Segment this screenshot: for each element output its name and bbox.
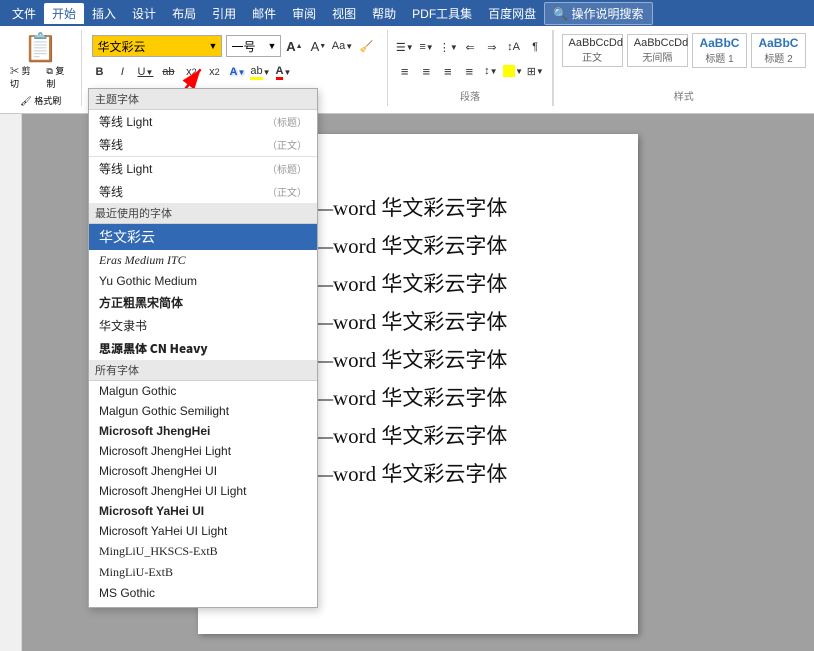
bullets-button[interactable]: ☰▼: [394, 36, 415, 58]
menu-bar: 文件 开始 插入 设计 布局 引用 邮件 审阅 视图 帮助 PDF工具集 百度网…: [0, 0, 814, 26]
text-effect-button[interactable]: A▼: [226, 61, 248, 83]
font-item-mingliu-extb[interactable]: MingLiU-ExtB: [89, 562, 317, 583]
font-item-eras-medium[interactable]: Eras Medium ITC: [89, 250, 317, 271]
change-case-button[interactable]: Aa▼: [331, 35, 353, 57]
cut-icon: ✂: [10, 66, 19, 76]
clipboard-group: 📋 ✂ 剪切 ⧉ 复制 🖌 格式刷 剪贴板: [0, 30, 82, 106]
font-item-dengxian-2[interactable]: 等线 （正文）: [89, 180, 317, 203]
align-left-button[interactable]: ≡: [394, 60, 415, 82]
strikethrough-button[interactable]: ab: [157, 61, 179, 83]
font-size-box[interactable]: 一号 ▼: [226, 35, 281, 57]
sort-button[interactable]: ↕A: [503, 36, 524, 58]
menu-baidu[interactable]: 百度网盘: [480, 3, 544, 24]
menu-insert[interactable]: 插入: [84, 3, 124, 24]
text-highlight-button[interactable]: ab▼: [249, 61, 271, 83]
show-marks-button[interactable]: ¶: [525, 36, 546, 58]
font-color-icon: A: [276, 65, 284, 80]
font-item-malgun-gothic-semi[interactable]: Malgun Gothic Semilight: [89, 401, 317, 421]
font-item-ms-gothic[interactable]: MS Gothic: [89, 583, 317, 603]
line-spacing-button[interactable]: ↕▼: [481, 60, 502, 82]
menu-search[interactable]: 🔍 操作说明搜索: [544, 2, 652, 25]
styles-group: AaBbCcDd 正文 AaBbCcDd 无间隔 AaBbC 标题 1 AaBb…: [553, 30, 814, 106]
styles-label: 样式: [562, 86, 806, 103]
align-right-button[interactable]: ≡: [438, 60, 459, 82]
superscript-button[interactable]: x2: [203, 61, 225, 83]
shading-button[interactable]: ▼: [502, 60, 524, 82]
copy-button[interactable]: ⧉ 复制: [42, 62, 75, 92]
eraser-icon: 🧹: [360, 40, 374, 53]
font-item-malgun-gothic[interactable]: Malgun Gothic: [89, 381, 317, 401]
bold-button[interactable]: B: [88, 61, 110, 83]
menu-layout[interactable]: 布局: [164, 3, 204, 24]
align-center-button[interactable]: ≡: [416, 60, 437, 82]
menu-help[interactable]: 帮助: [364, 3, 404, 24]
font-size-arrow[interactable]: ▼: [268, 41, 277, 51]
menu-design[interactable]: 设计: [124, 3, 164, 24]
font-shrink-button[interactable]: A▼: [307, 35, 329, 57]
font-item-ms-jhenghei-light[interactable]: Microsoft JhengHei Light: [89, 441, 317, 461]
multilevel-list-button[interactable]: ⋮▼: [438, 36, 459, 58]
underline-button[interactable]: U▼: [134, 61, 156, 83]
style-heading2[interactable]: AaBbC 标题 2: [751, 33, 806, 68]
cut-button[interactable]: ✂ 剪切: [6, 62, 41, 92]
font-item-siyuan-heavy[interactable]: 思源黑体 CN Heavy: [89, 337, 317, 360]
font-item-fangzheng[interactable]: 方正粗黑宋简体: [89, 291, 317, 314]
font-item-ms-yaHei-ui[interactable]: Microsoft YaHei UI: [89, 501, 317, 521]
font-item-ms-yaHei-ui-light[interactable]: Microsoft YaHei UI Light: [89, 521, 317, 541]
menu-review[interactable]: 审阅: [284, 3, 324, 24]
font-item-ms-pgothic[interactable]: MS PGothic: [89, 603, 317, 608]
font-item-huawen-lishu[interactable]: 华文隶书: [89, 314, 317, 337]
font-item-dengxian-light-2[interactable]: 等线 Light （标题）: [89, 156, 317, 180]
menu-home[interactable]: 开始: [44, 3, 84, 24]
font-name-box[interactable]: 华文彩云 ▼: [92, 35, 222, 57]
decrease-indent-button[interactable]: ⇐: [460, 36, 481, 58]
all-fonts-title: 所有字体: [89, 360, 317, 381]
style-no-spacing[interactable]: AaBbCcDd 无间隔: [627, 34, 688, 67]
menu-file[interactable]: 文件: [4, 3, 44, 24]
font-item-ms-jhenghei-ui-light[interactable]: Microsoft JhengHei UI Light: [89, 481, 317, 501]
menu-reference[interactable]: 引用: [204, 3, 244, 24]
search-icon: 🔍: [553, 7, 568, 21]
paragraph-label: 段落: [394, 86, 545, 103]
subscript-button[interactable]: x2: [180, 61, 202, 83]
menu-view[interactable]: 视图: [324, 3, 364, 24]
italic-button[interactable]: I: [111, 61, 133, 83]
theme-fonts-title: 主题字体: [89, 89, 317, 110]
font-item-dengxian-1[interactable]: 等线 （正文）: [89, 133, 317, 156]
left-ruler: [0, 114, 22, 651]
paragraph-group: ☰▼ ≡▼ ⋮▼ ⇐ ⇒ ↕A ¶ ≡ ≡ ≡ ≡ ↕▼ ▼ ⊞▼ 段落: [388, 30, 552, 106]
font-item-huawen-caiYun[interactable]: 华文彩云: [89, 224, 317, 250]
font-dropdown-arrow[interactable]: ▼: [209, 41, 218, 51]
font-toolbar-row1: 华文彩云 ▼ 一号 ▼ A▲ A▼ Aa▼ 🧹: [88, 33, 381, 59]
font-item-dengxian-light-1[interactable]: 等线 Light （标题）: [89, 110, 317, 133]
font-grow-button[interactable]: A▲: [283, 35, 305, 57]
menu-mail[interactable]: 邮件: [244, 3, 284, 24]
recent-fonts-title: 最近使用的字体: [89, 203, 317, 224]
justify-button[interactable]: ≡: [459, 60, 480, 82]
format-painter-button[interactable]: 🖌 格式刷: [16, 92, 65, 109]
font-toolbar-row2: B I U▼ ab x2 x2 A▼ ab▼ A▼: [88, 61, 381, 83]
font-item-ms-jhenghei[interactable]: Microsoft JhengHei: [89, 421, 317, 441]
paste-button[interactable]: 📋: [23, 34, 58, 62]
font-item-yu-gothic[interactable]: Yu Gothic Medium: [89, 271, 317, 291]
copy-icon: ⧉: [46, 66, 52, 76]
numbering-button[interactable]: ≡▼: [416, 36, 437, 58]
font-item-ms-jhenghei-ui[interactable]: Microsoft JhengHei UI: [89, 461, 317, 481]
style-heading1[interactable]: AaBbC 标题 1: [692, 33, 747, 68]
clear-format-button[interactable]: 🧹: [355, 35, 377, 57]
highlight-icon: ab: [250, 65, 262, 80]
font-item-mingliu-hkscs[interactable]: MingLiU_HKSCS-ExtB: [89, 541, 317, 562]
font-color-button[interactable]: A▼: [272, 61, 294, 83]
increase-indent-button[interactable]: ⇒: [481, 36, 502, 58]
borders-button[interactable]: ⊞▼: [525, 60, 546, 82]
style-normal[interactable]: AaBbCcDd 正文: [562, 34, 623, 67]
format-painter-icon: 🖌: [20, 96, 31, 106]
menu-pdf[interactable]: PDF工具集: [404, 3, 480, 24]
font-dropdown: 主题字体 等线 Light （标题） 等线 （正文） 等线 Light （标题）…: [88, 88, 318, 608]
